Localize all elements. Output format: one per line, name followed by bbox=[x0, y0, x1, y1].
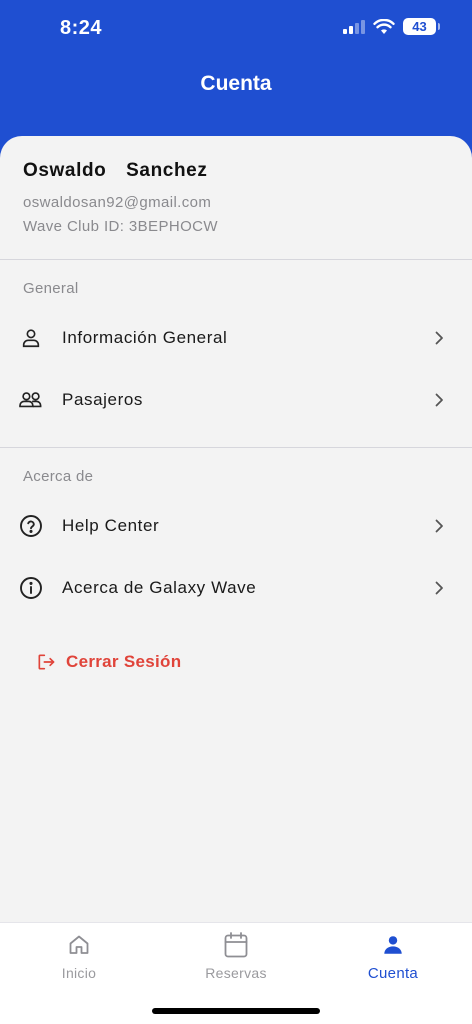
menu-item-pasajeros[interactable]: Pasajeros bbox=[0, 369, 472, 431]
home-icon bbox=[67, 931, 91, 959]
tab-label: Inicio bbox=[61, 965, 97, 981]
menu-item-acerca-de-galaxy-wave[interactable]: Acerca de Galaxy Wave bbox=[0, 557, 472, 619]
profile-card: Oswaldo Sanchez oswaldosan92@gmail.com W… bbox=[0, 136, 472, 260]
status-time: 8:24 bbox=[60, 17, 103, 39]
people-icon bbox=[18, 387, 44, 413]
tab-label: Cuenta bbox=[367, 965, 419, 982]
calendar-icon bbox=[223, 931, 249, 959]
chevron-right-icon bbox=[435, 393, 443, 407]
logout-label: Cerrar Sesión bbox=[66, 652, 182, 671]
wifi-icon bbox=[373, 18, 395, 34]
tab-cuenta[interactable]: Cuenta bbox=[333, 931, 453, 982]
home-indicator bbox=[152, 1008, 320, 1014]
chevron-right-icon bbox=[435, 519, 443, 533]
section-label-general: General bbox=[23, 280, 79, 297]
tab-reservas[interactable]: Reservas bbox=[176, 931, 296, 981]
profile-club-id: Wave Club ID: 3BEPHOCW bbox=[23, 218, 218, 235]
tab-label: Reservas bbox=[205, 965, 267, 981]
logout-icon bbox=[38, 654, 55, 670]
chevron-right-icon bbox=[435, 581, 443, 595]
person-icon bbox=[18, 325, 44, 351]
person-filled-icon bbox=[382, 931, 404, 959]
menu-item-label: Acerca de Galaxy Wave bbox=[62, 578, 257, 597]
status-icons: 43 bbox=[343, 18, 440, 35]
logout-button[interactable]: Cerrar Sesión bbox=[36, 652, 181, 672]
section-label-acerca-de: Acerca de bbox=[23, 468, 94, 485]
help-circle-icon bbox=[18, 513, 44, 539]
battery-icon: 43 bbox=[403, 18, 440, 35]
info-circle-icon bbox=[18, 575, 44, 601]
page-title: Cuenta bbox=[200, 72, 272, 95]
profile-email: oswaldosan92@gmail.com bbox=[23, 194, 212, 211]
profile-name: Oswaldo Sanchez bbox=[23, 160, 208, 181]
account-sheet: Oswaldo Sanchez oswaldosan92@gmail.com W… bbox=[0, 136, 472, 922]
status-bar: 8:24 43 bbox=[0, 0, 472, 56]
menu-item-label: Pasajeros bbox=[62, 390, 143, 409]
menu-item-help-center[interactable]: Help Center bbox=[0, 495, 472, 557]
chevron-right-icon bbox=[435, 331, 443, 345]
menu-item-label: Información General bbox=[62, 328, 228, 347]
tab-inicio[interactable]: Inicio bbox=[19, 931, 139, 981]
signal-icon bbox=[343, 19, 365, 34]
menu-item-label: Help Center bbox=[62, 516, 160, 535]
menu-item-informacion-general[interactable]: Información General bbox=[0, 307, 472, 369]
